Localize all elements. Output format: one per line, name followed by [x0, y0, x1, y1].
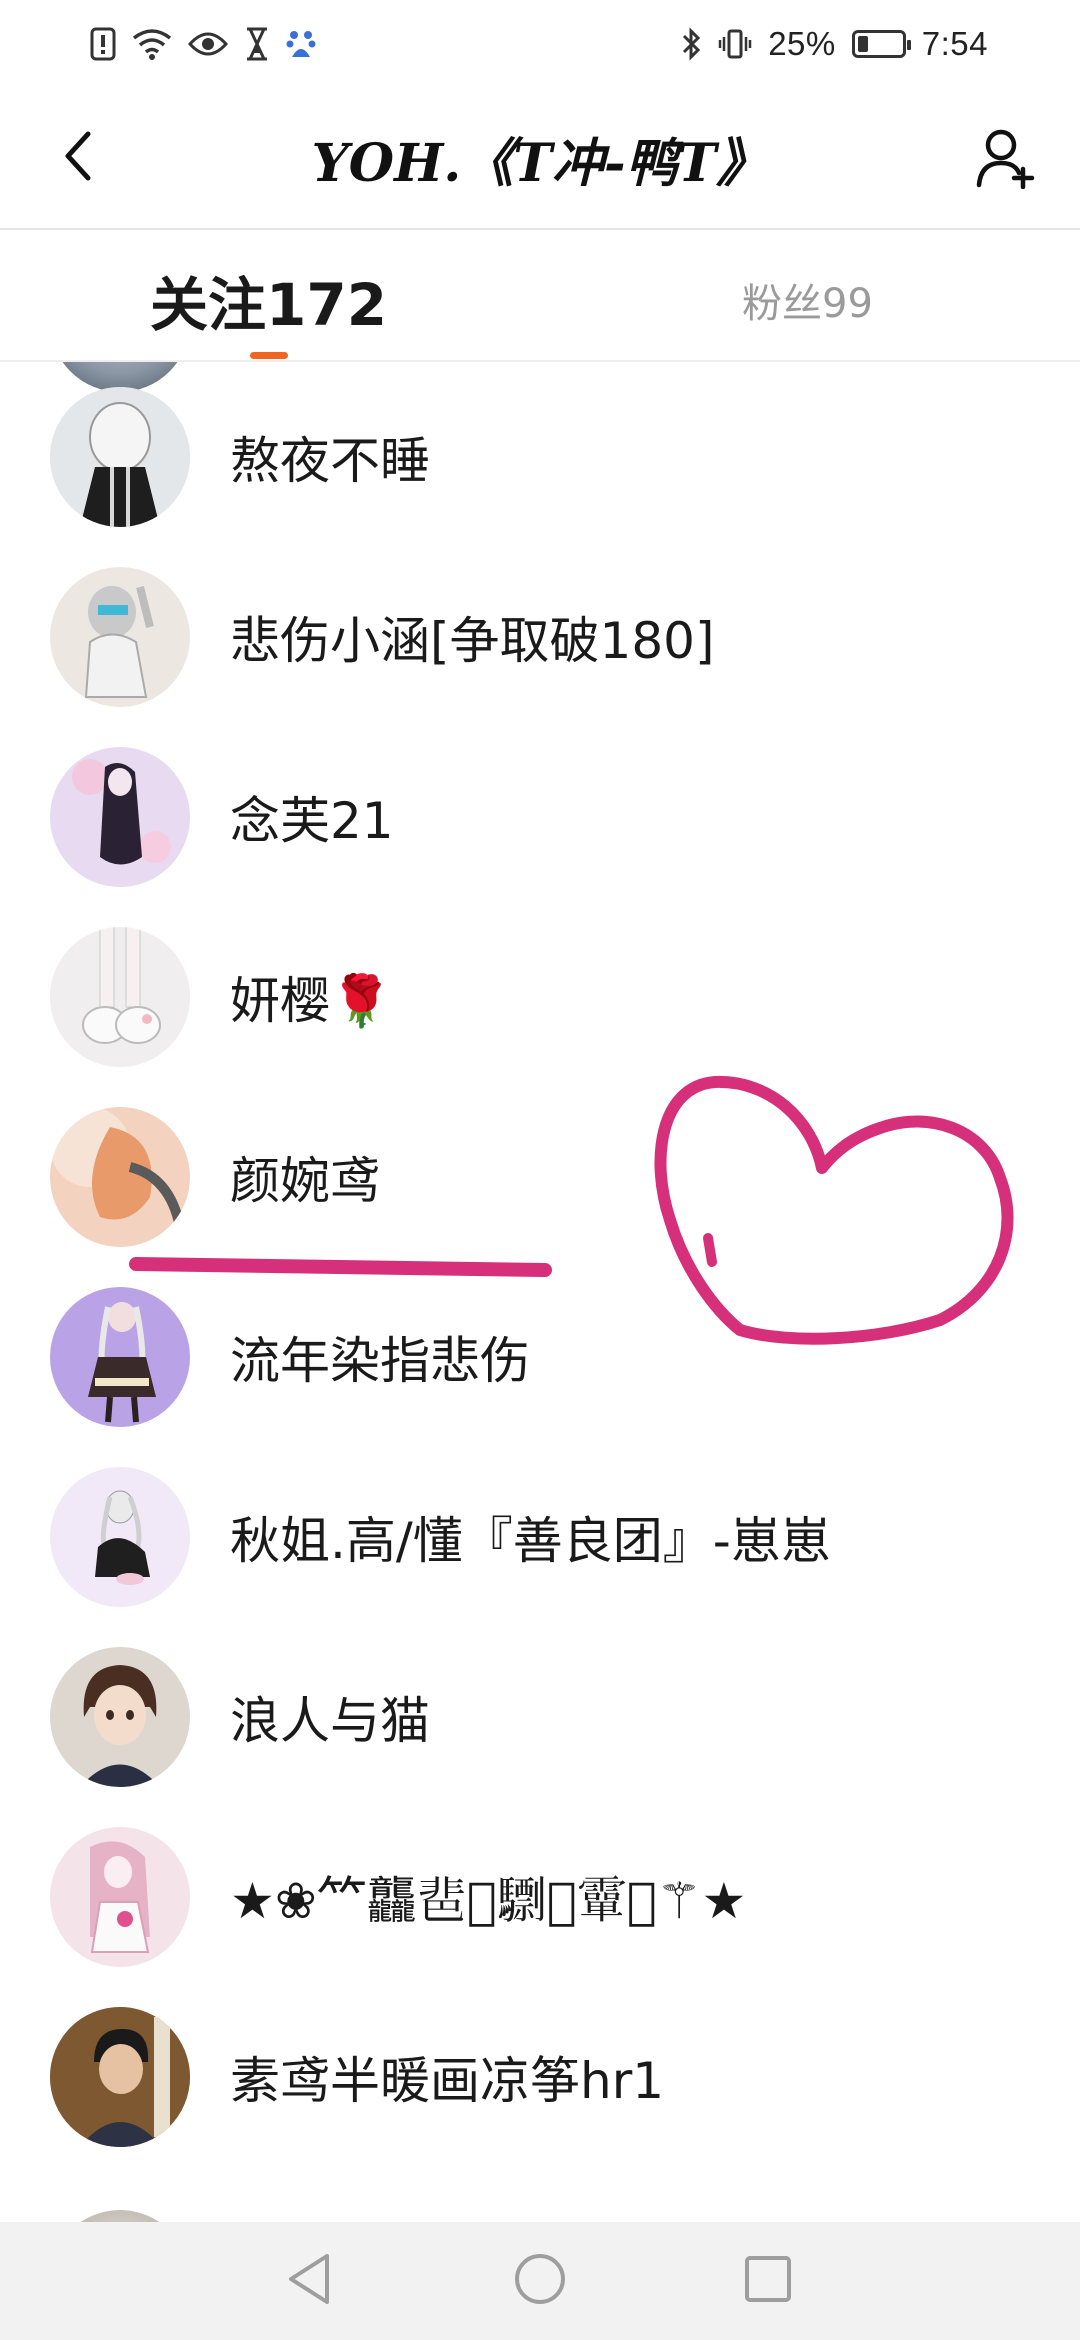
list-item[interactable]: 念芙21	[0, 727, 1080, 907]
hourglass-icon	[244, 27, 270, 61]
list-item[interactable]: 流年染指悲伤	[0, 1267, 1080, 1447]
chevron-left-icon	[60, 130, 96, 186]
add-user-button[interactable]	[972, 124, 1044, 196]
battery-fill	[857, 36, 869, 52]
list-item[interactable]: ★❀𥫗龘𩇯𩵃𩦠𪋽𩅦𩙪⚚★	[0, 1807, 1080, 1987]
avatar[interactable]	[50, 1107, 190, 1247]
avatar[interactable]	[50, 1647, 190, 1787]
add-user-icon	[975, 127, 1041, 193]
tab-fans[interactable]: 粉丝99	[742, 260, 873, 340]
avatar[interactable]	[50, 2007, 190, 2147]
nav-recents-button[interactable]	[731, 2244, 805, 2318]
list-item-name: 流年染指悲伤	[230, 1332, 530, 1390]
alert-icon	[90, 27, 116, 61]
navigation-bar	[0, 2222, 1080, 2340]
page-title: YOH.《T冲-鸭T》	[311, 132, 769, 194]
screen: 25% 7:54 YOH.《T冲-鸭T》 关注172 粉丝99 熬夜不睡 悲伤小…	[0, 0, 1080, 2340]
list-item-name: 妍樱🌹	[230, 972, 393, 1030]
list-item-name: 念芙21	[230, 792, 394, 850]
avatar[interactable]	[50, 1467, 190, 1607]
clock: 7:54	[921, 25, 988, 62]
status-bar: 25% 7:54	[0, 0, 1080, 88]
home-circle-icon	[513, 2252, 567, 2310]
following-list[interactable]: 熬夜不睡 悲伤小涵[争取破180] 念芙21 妍樱🌹 颜婉鸢 流年染指悲伤 秋姐…	[0, 362, 1080, 2222]
nav-home-button[interactable]	[503, 2244, 577, 2318]
wifi-icon	[132, 28, 172, 60]
list-item[interactable]: 颜婉鸢	[0, 1087, 1080, 1267]
list-item[interactable]: 熬夜不睡	[0, 367, 1080, 547]
avatar[interactable]	[50, 387, 190, 527]
avatar[interactable]	[50, 927, 190, 1067]
list-item[interactable]: 秋姐.高/懂『善良团』-崽崽	[0, 1447, 1080, 1627]
avatar[interactable]	[50, 1287, 190, 1427]
list-item[interactable]: 悲伤小涵[争取破180]	[0, 547, 1080, 727]
header: YOH.《T冲-鸭T》	[0, 88, 1080, 228]
tab-following[interactable]: 关注172	[150, 260, 387, 340]
baidu-icon	[286, 27, 316, 61]
list-item-name: 素鸢半暖画凉筝hr1	[230, 2052, 665, 2110]
list-item-name: 浪人与猫	[230, 1692, 430, 1750]
list-item-name: 秋姐.高/懂『善良团』-崽崽	[230, 1512, 831, 1570]
list-item-name: 悲伤小涵[争取破180]	[230, 612, 715, 670]
back-button[interactable]	[48, 128, 108, 188]
list-item[interactable]: 浪人与猫	[0, 1627, 1080, 1807]
tab-active-indicator	[250, 352, 288, 359]
list-item-name: 颜婉鸢	[230, 1152, 380, 1210]
tabs: 关注172 粉丝99	[0, 230, 1080, 360]
bluetooth-icon	[680, 27, 702, 61]
back-triangle-icon	[285, 2252, 333, 2310]
battery-percent: 25%	[768, 25, 836, 62]
vibrate-icon	[718, 27, 752, 61]
status-left	[90, 27, 316, 61]
avatar[interactable]	[50, 1827, 190, 1967]
list-item[interactable]: 妍樱🌹	[0, 907, 1080, 1087]
avatar[interactable]	[50, 2210, 190, 2222]
list-item[interactable]: 素鸢半暖画凉筝hr1	[0, 1987, 1080, 2167]
battery-icon	[851, 30, 911, 58]
recents-square-icon	[743, 2254, 793, 2308]
list-item-name: 熬夜不睡	[230, 432, 430, 490]
avatar[interactable]	[50, 567, 190, 707]
nav-back-button[interactable]	[272, 2244, 346, 2318]
avatar[interactable]	[50, 747, 190, 887]
status-right: 25% 7:54	[680, 25, 988, 63]
eye-icon	[188, 30, 228, 58]
list-item-name: ★❀𥫗龘𩇯𩵃𩦠𪋽𩅦𩙪⚚★	[230, 1872, 747, 1930]
